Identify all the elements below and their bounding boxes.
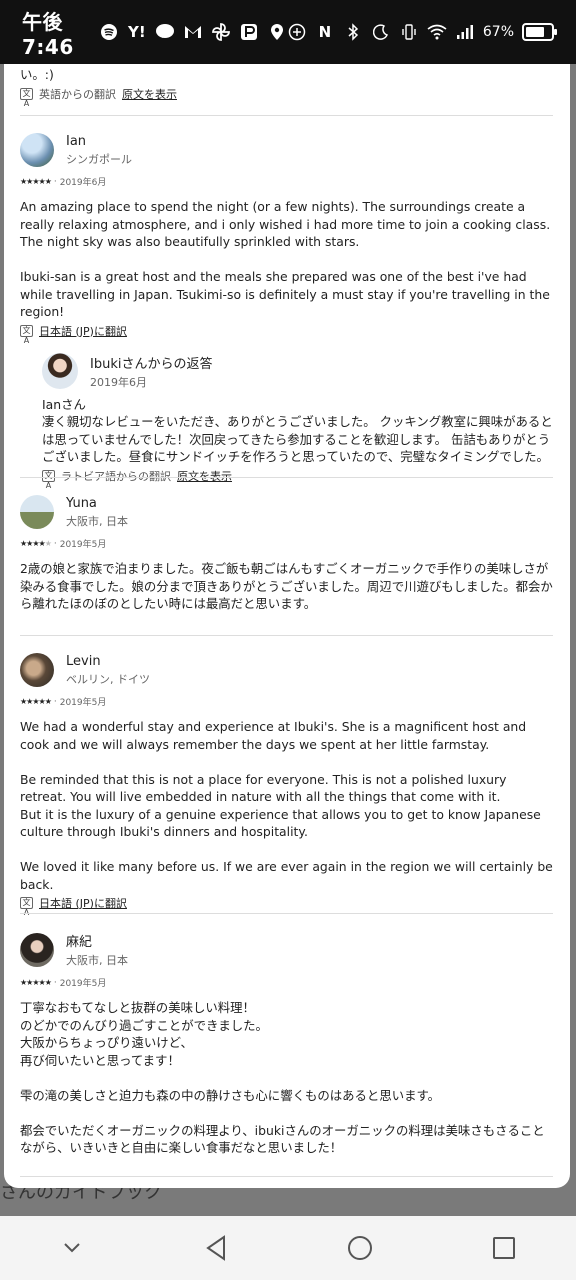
host-reply: Ibukiさんからの返答 2019年6月 Ianさん 凄く親切なレビューをいただ… [42, 353, 553, 490]
previous-review-fragment: い。:) 文A 英語からの翻訳 原文を表示 [20, 66, 177, 108]
previous-review-text: い。:) [20, 67, 54, 82]
review-body: 2歳の娘と家族で泊まりました。夜ご飯も朝ごはんもすごくオーガニックで手作りの美味… [20, 561, 553, 611]
recents-button[interactable] [484, 1228, 524, 1268]
notification-icons: Y! [99, 22, 287, 42]
reply-body: Ianさん 凄く親切なレビューをいただき、ありがとうございました。 クッキング教… [42, 396, 553, 465]
reviewer-location: 大阪市, 日本 [66, 954, 128, 967]
back-triangle-icon [206, 1235, 225, 1261]
translate-icon: 文A [42, 469, 55, 490]
review-item-ian: Ian シンガポール ★★★★★ · 2019年6月 An amazing pl… [20, 133, 553, 490]
review-meta: ★★★★★ · 2019年5月 [20, 538, 107, 551]
battery-percent: 67% [482, 24, 514, 40]
star-rating: ★★★★★ [20, 539, 52, 548]
reply-date: 2019年6月 [90, 375, 147, 389]
show-original-link[interactable]: 原文を表示 [122, 86, 177, 102]
review-item-levin: Levin ベルリン, ドイツ ★★★★★ · 2019年5月 We had a… [20, 653, 553, 917]
avatar[interactable] [20, 495, 54, 529]
spotify-icon [99, 22, 119, 42]
translation-note: 文A 英語からの翻訳 原文を表示 [20, 86, 177, 108]
moon-icon [371, 22, 391, 42]
show-original-link[interactable]: 原文を表示 [177, 468, 232, 484]
translate-row: 文A 日本語 (JP)に翻訳 [20, 323, 553, 345]
nfc-icon: N [318, 23, 332, 41]
wifi-icon [427, 22, 447, 42]
translate-row: 文A 日本語 (JP)に翻訳 [20, 895, 553, 917]
reviewer-location: ベルリン, ドイツ [66, 672, 150, 686]
divider [20, 115, 553, 116]
translation-note: 文A ラトビア語からの翻訳 原文を表示 [42, 468, 553, 490]
status-time: 午後7:46 [22, 9, 74, 59]
divider [20, 913, 553, 914]
navigation-bar [0, 1216, 576, 1280]
review-date: 2019年5月 [59, 698, 107, 708]
avatar[interactable] [20, 653, 54, 687]
vibrate-icon [399, 22, 419, 42]
review-header: Yuna 大阪市, 日本 [20, 495, 553, 529]
signal-icon [455, 22, 475, 42]
review-meta: ★★★★★ · 2019年6月 [20, 176, 107, 189]
battery-icon [522, 23, 557, 41]
home-button[interactable] [340, 1228, 380, 1268]
collapse-button[interactable] [52, 1228, 92, 1268]
review-date: 2019年6月 [59, 178, 107, 188]
divider [20, 1176, 553, 1177]
divider [20, 477, 553, 478]
review-item-maki: 麻紀 大阪市, 日本 ★★★★★ · 2019年5月 丁寧なおもてなしと抜群の美… [20, 931, 553, 1157]
reviewer-name[interactable]: Ian [66, 134, 132, 149]
reply-header: Ibukiさんからの返答 2019年6月 [42, 353, 553, 390]
translate-icon: 文A [20, 324, 33, 345]
review-body: An amazing place to spend the night (or … [20, 199, 551, 319]
system-icons: N 67% [287, 22, 557, 42]
star-rating: ★★★★★ [20, 177, 52, 186]
review-header: Ian シンガポール [20, 133, 553, 167]
translate-link[interactable]: 日本語 (JP)に翻訳 [39, 323, 127, 339]
avatar[interactable] [20, 932, 54, 967]
line-icon [155, 22, 175, 42]
paypay-icon [239, 22, 259, 42]
back-button[interactable] [196, 1228, 236, 1268]
yahoo-icon: Y! [128, 23, 146, 41]
review-body: 丁寧なおもてなしと抜群の美味しい料理！ のどかでのんびり過ごすことができました。… [20, 1000, 545, 1155]
reply-title: Ibukiさんからの返答 [90, 356, 213, 372]
reviews-sheet[interactable]: い。:) 文A 英語からの翻訳 原文を表示 Ian シンガポール ★★★★★ ·… [4, 64, 570, 1188]
host-avatar[interactable] [42, 353, 78, 389]
recents-square-icon [493, 1237, 515, 1259]
add-circle-icon [287, 22, 307, 42]
status-bar: 午後7:46 Y! N 67% [0, 0, 576, 64]
location-icon [267, 22, 287, 42]
divider [20, 635, 553, 636]
review-header: 麻紀 大阪市, 日本 [20, 931, 553, 968]
gmail-icon [183, 22, 203, 42]
review-item-yuna: Yuna 大阪市, 日本 ★★★★★ · 2019年5月 2歳の娘と家族で泊まり… [20, 495, 553, 613]
star-rating: ★★★★★ [20, 978, 52, 987]
reviewer-location: 大阪市, 日本 [66, 514, 128, 528]
reviewer-name[interactable]: 麻紀 [66, 931, 128, 950]
star-rating: ★★★★★ [20, 697, 52, 706]
home-circle-icon [348, 1236, 372, 1260]
review-meta: ★★★★★ · 2019年5月 [20, 977, 107, 990]
reviewer-location: シンガポール [66, 152, 132, 166]
translated-from-label: ラトビア語からの翻訳 [61, 469, 171, 483]
translate-icon: 文A [20, 87, 33, 108]
reviewer-name[interactable]: Yuna [66, 496, 128, 511]
pinwheel-icon [211, 22, 231, 42]
review-header: Levin ベルリン, ドイツ [20, 653, 553, 687]
chevron-down-icon [64, 1243, 80, 1253]
review-body: We had a wonderful stay and experience a… [20, 719, 553, 892]
review-meta: ★★★★★ · 2019年5月 [20, 696, 107, 709]
review-date: 2019年5月 [59, 540, 107, 550]
translate-link[interactable]: 日本語 (JP)に翻訳 [39, 895, 127, 911]
bluetooth-icon [343, 22, 363, 42]
avatar[interactable] [20, 133, 54, 167]
review-date: 2019年5月 [59, 979, 107, 989]
reviewer-name[interactable]: Levin [66, 654, 150, 669]
translated-from-label: 英語からの翻訳 [39, 87, 116, 101]
translate-icon: 文A [20, 897, 33, 917]
